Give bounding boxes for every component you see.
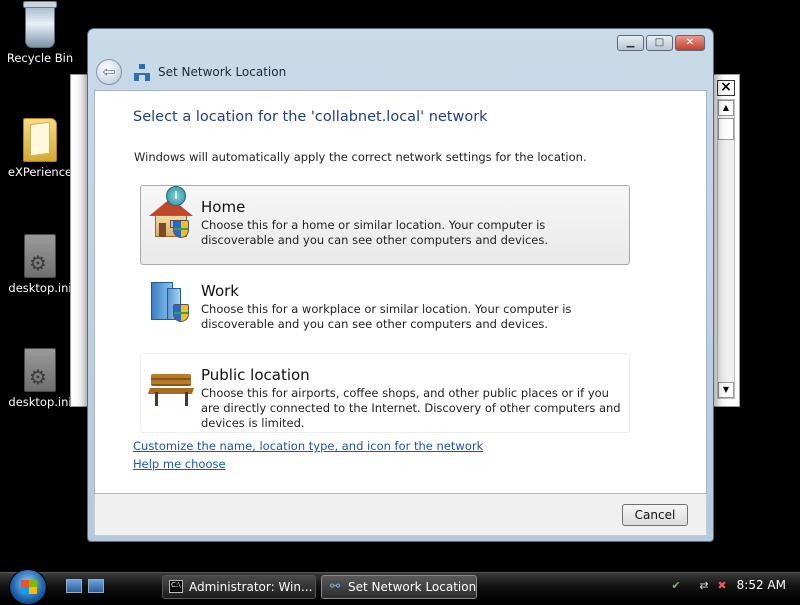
show-desktop-icon[interactable] — [66, 579, 82, 593]
option-description: Choose this for a workplace or similar l… — [201, 302, 572, 331]
set-network-location-dialog: ▁ □ ✕ ⇦ Set Network Location Select a lo… — [87, 28, 714, 542]
help-me-choose-link[interactable]: Help me choose — [133, 457, 226, 471]
taskbar-button-label: Administrator: Win... — [189, 580, 313, 594]
taskbar-button-command-prompt[interactable]: Administrator: Win... — [162, 575, 316, 599]
network-icon: ⚯ — [329, 579, 341, 593]
settings-file-icon — [24, 234, 56, 278]
desktop-icon-recycle-bin[interactable]: Recycle Bin — [2, 1, 78, 65]
option-home[interactable]: Home Choose this for a home or similar l… — [140, 185, 630, 265]
option-title: Home — [201, 198, 246, 216]
option-title: Work — [201, 282, 239, 300]
taskbar-button-label: Set Network Location — [348, 580, 477, 594]
option-work[interactable]: Work Choose this for a workplace or simi… — [140, 269, 630, 349]
close-button[interactable]: ✕ — [675, 35, 705, 51]
desktop-icon-label: eXPerience — [7, 165, 73, 179]
command-prompt-icon — [169, 580, 183, 593]
desktop-icon-label: Recycle Bin — [6, 51, 74, 65]
back-arrow-icon: ⇦ — [102, 62, 116, 81]
system-clock[interactable]: 8:52 AM — [737, 578, 786, 592]
settings-file-icon — [24, 348, 56, 392]
minimize-button[interactable]: ▁ — [617, 35, 644, 51]
folder-icon — [23, 118, 57, 162]
desktop-icon-label: desktop.ini — [8, 395, 72, 409]
console-scrollbar[interactable]: ▲ ▼ — [717, 99, 735, 399]
option-description: Choose this for a home or similar locati… — [201, 218, 549, 247]
console-close-button[interactable]: × — [717, 80, 735, 96]
network-status-icon[interactable]: ⇄ — [697, 579, 711, 593]
desktop-icon-desktop-ini-1[interactable]: desktop.ini — [2, 234, 78, 295]
back-button[interactable]: ⇦ — [96, 59, 122, 85]
caption-buttons: ▁ □ ✕ — [617, 35, 705, 51]
dialog-content: Select a location for the 'collabnet.loc… — [94, 90, 707, 494]
desktop-icon-experience[interactable]: eXPerience — [2, 118, 78, 179]
desktop: Recycle Bin eXPerience desktop.ini deskt… — [0, 0, 800, 572]
taskbar-button-set-network-location[interactable]: ⚯ Set Network Location — [321, 575, 477, 599]
option-description: Choose this for airports, coffee shops, … — [201, 386, 621, 430]
security-check-icon[interactable]: ✔ — [669, 579, 683, 593]
dialog-header: ⇦ Set Network Location — [94, 57, 707, 87]
recycle-bin-icon — [23, 1, 57, 48]
intro-text: Windows will automatically apply the cor… — [134, 150, 587, 164]
dialog-title: Set Network Location — [158, 65, 287, 79]
option-title: Public location — [201, 366, 310, 384]
volume-muted-icon[interactable]: ✖ — [715, 579, 729, 593]
switch-windows-icon[interactable] — [88, 579, 104, 593]
mouse-cursor-icon: i — [166, 186, 186, 206]
shield-icon — [173, 304, 189, 322]
desktop-icon-desktop-ini-2[interactable]: desktop.ini — [2, 348, 78, 409]
work-icon — [147, 280, 197, 326]
taskbar: Administrator: Win... ⚯ Set Network Loca… — [0, 569, 800, 605]
page-heading: Select a location for the 'collabnet.loc… — [133, 109, 488, 125]
network-icon — [134, 64, 150, 81]
customize-network-link[interactable]: Customize the name, location type, and i… — [133, 439, 483, 453]
desktop-icon-label: desktop.ini — [8, 281, 72, 295]
shield-icon — [173, 220, 189, 238]
dialog-footer: Cancel — [94, 494, 707, 536]
cancel-button[interactable]: Cancel — [622, 504, 688, 526]
maximize-button[interactable]: □ — [646, 35, 673, 51]
option-public-location[interactable]: Public location Choose this for airports… — [140, 353, 630, 433]
scroll-thumb[interactable] — [718, 118, 734, 140]
scroll-down-arrow-icon[interactable]: ▼ — [718, 382, 734, 398]
park-bench-icon — [147, 364, 197, 410]
scroll-up-arrow-icon[interactable]: ▲ — [718, 100, 734, 116]
